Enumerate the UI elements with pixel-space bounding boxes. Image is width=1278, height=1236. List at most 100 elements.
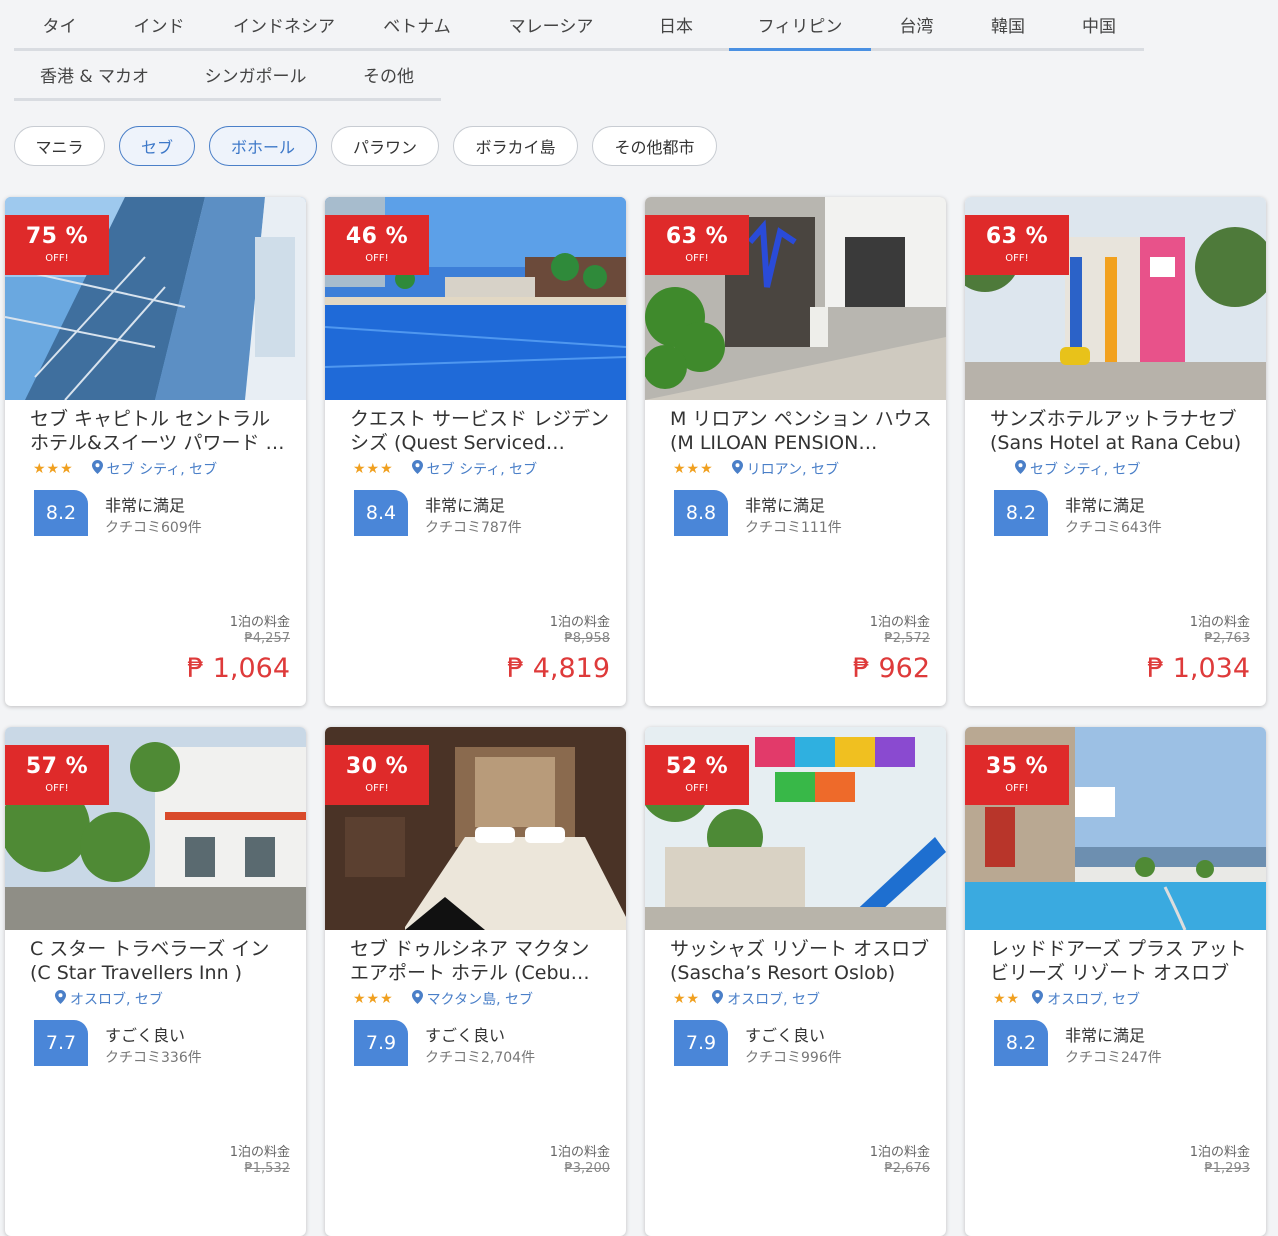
- location-pin-icon: [55, 990, 66, 1008]
- hotel-name[interactable]: M リロアン ペンション ハウス (M LILOAN PENSION HOUSE…: [670, 407, 932, 455]
- discounted-price: ₱ 4,819: [506, 653, 610, 684]
- review-score: 7.9: [354, 1020, 408, 1066]
- hotel-location[interactable]: リロアン, セブ: [747, 459, 839, 479]
- tab-hongkong-macau[interactable]: 香港 & マカオ: [14, 50, 175, 98]
- hotel-card[interactable]: 75 % OFF! セブ キャピトル セントラル ホテル&スイーツ パワード バ…: [5, 197, 306, 706]
- rating-text: 非常に満足: [1065, 1026, 1146, 1045]
- discount-badge: 63 % OFF!: [645, 215, 749, 275]
- review-count: クチコミ787件: [425, 520, 522, 536]
- price-label: 1泊の料金: [549, 1145, 610, 1160]
- discount-percent: 46 %: [345, 224, 409, 249]
- discount-off-label: OFF!: [45, 783, 69, 794]
- review-score: 8.8: [674, 490, 728, 536]
- tab-vietnam[interactable]: ベトナム: [355, 0, 479, 48]
- hotel-name[interactable]: クエスト サービスド レジデンシズ (Quest Serviced Reside…: [350, 407, 612, 455]
- star-rating: ★★★: [353, 461, 394, 477]
- original-price: ₱2,763: [1204, 631, 1251, 646]
- hotel-card[interactable]: 57 % OFF! C スター トラベラーズ イン (C Star Travel…: [5, 727, 306, 1236]
- hotel-location[interactable]: セブ シティ, セブ: [1030, 459, 1141, 479]
- tab-indonesia[interactable]: インドネシア: [213, 0, 355, 48]
- tab-singapore[interactable]: シンガポール: [175, 50, 336, 98]
- review-score: 7.9: [674, 1020, 728, 1066]
- review-count: クチコミ336件: [105, 1050, 202, 1066]
- hotel-meta: ★★★ マクタン島, セブ: [353, 989, 533, 1009]
- hotel-card[interactable]: 35 % OFF! レッドドアーズ プラス アット ビリーズ リゾート オスロブ…: [965, 727, 1266, 1236]
- original-price: ₱8,958: [564, 631, 611, 646]
- original-price: ₱2,572: [884, 631, 931, 646]
- hotel-location[interactable]: オスロブ, セブ: [70, 989, 163, 1009]
- chip-bohol[interactable]: ボホール: [209, 126, 317, 166]
- rating-text: すごく良い: [745, 1026, 826, 1045]
- hotel-name[interactable]: レッドドアーズ プラス アット ビリーズ リゾート オスロブ: [990, 937, 1252, 985]
- review-score: 8.2: [994, 1020, 1048, 1066]
- star-rating: ★★: [993, 991, 1021, 1007]
- hotel-name[interactable]: セブ ドゥルシネア マクタン エアポート ホテル (Cebu Dulcinea …: [350, 937, 612, 985]
- country-tabs-row-2: 香港 & マカオ シンガポール その他: [14, 50, 441, 101]
- hotel-name[interactable]: サンズホテルアットラナセブ (Sans Hotel at Rana Cebu): [990, 407, 1252, 455]
- discount-badge: 30 % OFF!: [325, 745, 429, 805]
- tab-japan[interactable]: 日本: [623, 0, 729, 48]
- tab-malaysia[interactable]: マレーシア: [479, 0, 623, 48]
- discount-badge: 57 % OFF!: [5, 745, 109, 805]
- hotel-card[interactable]: 63 % OFF! M リロアン ペンション ハウス (M LILOAN PEN…: [645, 197, 946, 706]
- hotel-name[interactable]: C スター トラベラーズ イン (C Star Travellers Inn ): [30, 937, 292, 985]
- hotel-location[interactable]: セブ シティ, セブ: [427, 459, 538, 479]
- location-pin-icon: [411, 990, 423, 1008]
- chip-boracay[interactable]: ボラカイ島: [453, 126, 578, 166]
- tab-other[interactable]: その他: [336, 50, 441, 98]
- hotel-name[interactable]: サッシャズ リゾート オスロブ (Sascha’s Resort Oslob): [670, 937, 932, 985]
- chip-other-cities[interactable]: その他都市: [592, 126, 717, 166]
- discount-percent: 30 %: [345, 754, 409, 779]
- hotel-meta: セブ シティ, セブ: [1015, 459, 1141, 479]
- city-filter-chips: マニラ セブ ボホール パラワン ボラカイ島 その他都市: [14, 126, 731, 166]
- discount-badge: 75 % OFF!: [5, 215, 109, 275]
- review-count: クチコミ609件: [105, 520, 202, 536]
- discounted-price: ₱ 1,064: [186, 653, 290, 684]
- original-price: ₱2,676: [884, 1161, 931, 1176]
- hotel-card[interactable]: 46 % OFF! クエスト サービスド レジデンシズ (Quest Servi…: [325, 197, 626, 706]
- hotel-card[interactable]: 30 % OFF! セブ ドゥルシネア マクタン エアポート ホテル (Cebu…: [325, 727, 626, 1236]
- hotel-meta: ★★ オスロブ, セブ: [993, 989, 1140, 1009]
- location-pin-icon: [712, 990, 724, 1008]
- tab-taiwan[interactable]: 台湾: [871, 0, 962, 48]
- rating-text: 非常に満足: [105, 496, 186, 515]
- hotel-name[interactable]: セブ キャピトル セントラル ホテル&スイーツ パワード バイ ASTON: [30, 407, 292, 455]
- discount-percent: 35 %: [985, 754, 1049, 779]
- review-score: 8.2: [34, 490, 88, 536]
- discount-off-label: OFF!: [1005, 783, 1029, 794]
- hotel-card[interactable]: 63 % OFF! サンズホテルアットラナセブ (Sans Hotel at R…: [965, 197, 1266, 706]
- rating-text: 非常に満足: [1065, 496, 1146, 515]
- chip-cebu[interactable]: セブ: [119, 126, 195, 166]
- tab-philippines[interactable]: フィリピン: [729, 0, 871, 51]
- price-label: 1泊の料金: [1189, 615, 1250, 630]
- tab-india[interactable]: インド: [105, 0, 213, 48]
- location-pin-icon: [411, 460, 423, 478]
- original-price: ₱1,532: [244, 1161, 291, 1176]
- discount-badge: 63 % OFF!: [965, 215, 1069, 275]
- country-tabs-row-1: タイ インド インドネシア ベトナム マレーシア 日本 フィリピン 台湾 韓国 …: [14, 0, 1144, 51]
- hotel-location[interactable]: オスロブ, セブ: [727, 989, 820, 1009]
- rating-text: 非常に満足: [745, 496, 826, 515]
- chip-manila[interactable]: マニラ: [14, 126, 105, 166]
- price-label: 1泊の料金: [869, 615, 930, 630]
- hotel-location[interactable]: セブ シティ, セブ: [107, 459, 218, 479]
- hotel-location[interactable]: オスロブ, セブ: [1047, 989, 1140, 1009]
- hotel-card[interactable]: 52 % OFF! サッシャズ リゾート オスロブ (Sascha’s Reso…: [645, 727, 946, 1236]
- hotel-location[interactable]: マクタン島, セブ: [427, 989, 533, 1009]
- rating-text: すごく良い: [425, 1026, 506, 1045]
- tab-china[interactable]: 中国: [1054, 0, 1144, 48]
- price-label: 1泊の料金: [549, 615, 610, 630]
- star-rating: ★★★: [353, 991, 394, 1007]
- discounted-price: ₱ 1,034: [1146, 653, 1250, 684]
- star-rating: ★★★: [33, 461, 74, 477]
- star-rating: ★★★: [673, 461, 714, 477]
- discount-badge: 35 % OFF!: [965, 745, 1069, 805]
- review-count: クチコミ247件: [1065, 1050, 1162, 1066]
- discount-off-label: OFF!: [685, 783, 709, 794]
- hotel-meta: ★★ オスロブ, セブ: [673, 989, 820, 1009]
- tab-thailand[interactable]: タイ: [14, 0, 105, 48]
- discount-percent: 63 %: [665, 224, 729, 249]
- tab-korea[interactable]: 韓国: [962, 0, 1054, 48]
- chip-palawan[interactable]: パラワン: [331, 126, 439, 166]
- location-pin-icon: [731, 460, 743, 478]
